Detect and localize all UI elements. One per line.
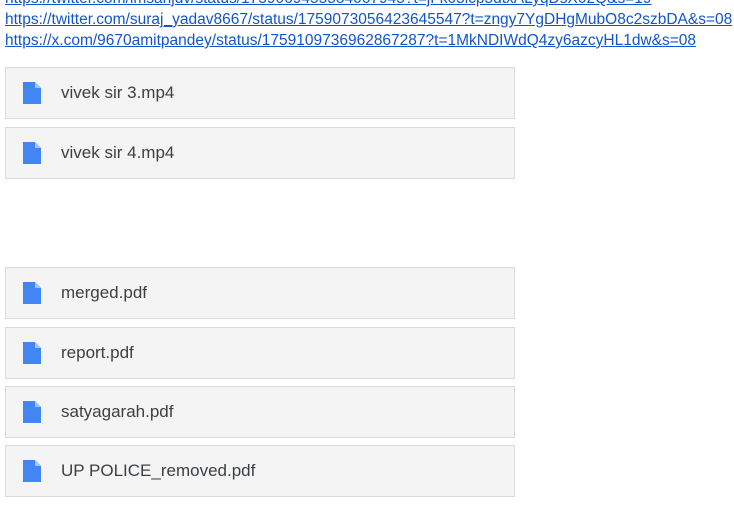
- link-list: https://twitter.com/imsanjdv/status/1759…: [5, 0, 734, 51]
- file-chip-video-4[interactable]: vivek sir 4.mp4: [5, 127, 515, 179]
- tweet-link[interactable]: https://twitter.com/imsanjdv/status/1759…: [5, 0, 734, 9]
- file-chip-up-police[interactable]: UP POLICE_removed.pdf: [5, 445, 515, 497]
- document-page: https://twitter.com/imsanjdv/status/1759…: [0, 0, 734, 515]
- file-icon: [23, 82, 41, 104]
- file-name: report.pdf: [61, 343, 134, 362]
- file-name: vivek sir 4.mp4: [61, 143, 175, 162]
- tweet-link[interactable]: https://x.com/9670amitpandey/status/1759…: [5, 30, 734, 51]
- file-name: UP POLICE_removed.pdf: [61, 461, 256, 480]
- file-chip-satyagarah[interactable]: satyagarah.pdf: [5, 386, 515, 438]
- file-name: merged.pdf: [61, 283, 147, 302]
- file-icon: [23, 142, 41, 164]
- file-icon: [23, 401, 41, 423]
- file-icon: [23, 282, 41, 304]
- tweet-link[interactable]: https://twitter.com/suraj_yadav8667/stat…: [5, 9, 734, 30]
- file-chip-merged[interactable]: merged.pdf: [5, 267, 515, 319]
- file-name: vivek sir 3.mp4: [61, 83, 175, 102]
- file-chip-video-3[interactable]: vivek sir 3.mp4: [5, 67, 515, 119]
- file-chip-report[interactable]: report.pdf: [5, 327, 515, 379]
- file-icon: [23, 460, 41, 482]
- file-name: satyagarah.pdf: [61, 402, 174, 421]
- file-icon: [23, 342, 41, 364]
